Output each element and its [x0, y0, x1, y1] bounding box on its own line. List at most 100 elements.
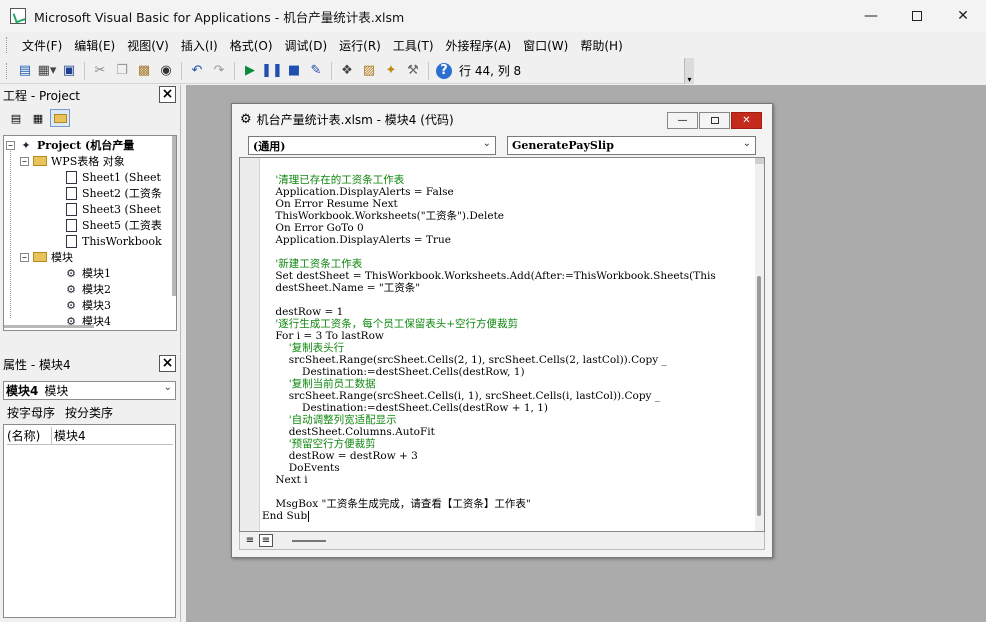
code-margin[interactable] — [240, 158, 260, 531]
tree-item-module2[interactable]: ⚙ 模块2 — [64, 281, 111, 297]
collapse-icon[interactable]: − — [20, 156, 29, 166]
code-line[interactable]: srcSheet.Range(srcSheet.Cells(2, 1), src… — [262, 354, 667, 366]
menu-run[interactable]: 运行(R) — [333, 37, 387, 54]
paste-button[interactable]: ▩ — [134, 61, 154, 81]
full-module-view-button[interactable]: ≡ — [259, 534, 273, 547]
code-comment-line[interactable]: '复制表头行 — [262, 342, 344, 354]
tree-vertical-scrollbar[interactable] — [172, 136, 176, 296]
property-value[interactable]: 模块4 — [51, 427, 86, 444]
code-window-restore-button[interactable] — [699, 112, 730, 129]
find-button[interactable]: ◉ — [156, 61, 176, 81]
view-code-button[interactable]: ▤ — [6, 109, 26, 127]
tree-item-thisworkbook[interactable]: ThisWorkbook — [64, 233, 162, 249]
property-row[interactable]: (名称) 模块4 — [7, 427, 173, 445]
code-line[interactable]: Application.DisplayAlerts = False — [262, 186, 453, 198]
tree-item-module3[interactable]: ⚙ 模块3 — [64, 297, 111, 313]
menu-debug[interactable]: 调试(D) — [279, 37, 334, 54]
tree-item-sheet5[interactable]: Sheet5 (工资表 — [64, 217, 162, 233]
design-mode-button[interactable]: ✎ — [306, 61, 326, 81]
cut-button[interactable]: ✂ — [90, 61, 110, 81]
toolbar-overflow[interactable]: ▾ — [684, 58, 694, 84]
properties-button[interactable]: ▨ — [359, 61, 379, 81]
menu-format[interactable]: 格式(O) — [224, 37, 279, 54]
tree-horizontal-scrollbar[interactable] — [4, 325, 94, 328]
code-window-close-button[interactable]: ✕ — [731, 112, 762, 129]
code-vertical-scrollbar[interactable] — [755, 158, 764, 531]
code-line[interactable]: ThisWorkbook.Worksheets("工资条").Delete — [262, 210, 504, 222]
procedure-view-button[interactable]: ≡ — [243, 534, 257, 547]
code-line[interactable]: destSheet.Columns.AutoFit — [262, 426, 435, 438]
code-line[interactable]: On Error GoTo 0 — [262, 222, 363, 234]
code-comment-line[interactable]: '清理已存在的工资条工作表 — [262, 174, 404, 186]
menu-help[interactable]: 帮助(H) — [574, 37, 628, 54]
menu-insert[interactable]: 插入(I) — [175, 37, 224, 54]
code-line[interactable]: Destination:=destSheet.Cells(destRow, 1) — [262, 366, 525, 378]
tab-alphabetic[interactable]: 按字母序 — [7, 404, 55, 421]
menubar-grip[interactable] — [6, 37, 10, 53]
tree-modules-folder[interactable]: − 模块 — [20, 249, 73, 265]
code-line[interactable]: destRow = 1 — [262, 306, 343, 318]
project-explorer-button[interactable]: ❖ — [337, 61, 357, 81]
split-bar[interactable] — [755, 158, 764, 164]
code-line[interactable]: srcSheet.Range(srcSheet.Cells(i, 1), src… — [262, 390, 660, 402]
menu-file[interactable]: 文件(F) — [16, 37, 68, 54]
code-window-minimize-button[interactable]: — — [667, 112, 698, 129]
view-object-button[interactable]: ▦ — [28, 109, 48, 127]
code-comment-line[interactable]: '复制当前员工数据 — [262, 378, 376, 390]
menu-window[interactable]: 窗口(W) — [517, 37, 574, 54]
code-comment-line[interactable]: '自动调整列宽适配显示 — [262, 414, 397, 426]
tree-item-sheet1[interactable]: Sheet1 (Sheet — [64, 169, 161, 185]
horizontal-scroll-thumb[interactable] — [292, 540, 326, 542]
toolbox-button[interactable]: ⚒ — [403, 61, 423, 81]
object-browser-button[interactable]: ✦ — [381, 61, 401, 81]
tree-item-sheet2[interactable]: Sheet2 (工资条 — [64, 185, 162, 201]
code-text[interactable]: '清理已存在的工资条工作表 Application.DisplayAlerts … — [262, 158, 758, 531]
break-button[interactable]: ❚❚ — [261, 61, 283, 81]
code-line[interactable]: MsgBox "工资条生成完成，请查看【工资条】工作表" — [262, 498, 530, 510]
code-comment-line[interactable]: '新建工资条工作表 — [262, 258, 362, 270]
view-excel-button[interactable]: ▤ — [15, 61, 35, 81]
procedure-combo[interactable]: GeneratePaySlip ⌄ — [507, 136, 756, 155]
toolbar-grip[interactable] — [6, 62, 10, 79]
object-combo[interactable]: (通用) ⌄ — [248, 136, 496, 155]
tree-item-module1[interactable]: ⚙ 模块1 — [64, 265, 111, 281]
copy-button[interactable]: ❐ — [112, 61, 132, 81]
code-comment-line[interactable]: '预留空行方便裁剪 — [262, 438, 376, 450]
maximize-button[interactable] — [894, 0, 940, 32]
collapse-icon[interactable]: − — [6, 140, 15, 150]
code-comment-line[interactable]: '逐行生成工资条，每个员工保留表头+空行方便裁剪 — [262, 318, 518, 330]
close-button[interactable]: ✕ — [940, 0, 986, 32]
code-line[interactable]: Destination:=destSheet.Cells(destRow + 1… — [262, 402, 548, 414]
tab-categorized[interactable]: 按分类序 — [65, 404, 113, 421]
code-line[interactable]: For i = 3 To lastRow — [262, 330, 384, 342]
code-line[interactable]: Set destSheet = ThisWorkbook.Worksheets.… — [262, 270, 715, 282]
help-button[interactable]: ? — [434, 61, 454, 81]
tree-objects-folder[interactable]: − WPS表格 对象 — [20, 153, 125, 169]
tree-project-node[interactable]: − ✦ Project (机台产量 — [6, 137, 134, 153]
project-pane-close-button[interactable]: × — [159, 86, 176, 103]
code-editor[interactable]: '清理已存在的工资条工作表 Application.DisplayAlerts … — [239, 157, 765, 532]
object-select[interactable]: 模块4 模块 ⌄ — [3, 381, 176, 400]
code-line[interactable]: End Sub — [262, 510, 310, 522]
scrollbar-thumb[interactable] — [757, 276, 761, 516]
save-button[interactable]: ▣ — [59, 61, 79, 81]
menu-edit[interactable]: 编辑(E) — [68, 37, 121, 54]
minimize-button[interactable]: — — [848, 0, 894, 32]
code-line[interactable]: On Error Resume Next — [262, 198, 397, 210]
redo-button[interactable]: ↷ — [209, 61, 229, 81]
toggle-folders-button[interactable] — [50, 109, 70, 127]
menu-tools[interactable]: 工具(T) — [387, 37, 440, 54]
run-button[interactable]: ▶ — [240, 61, 260, 81]
insert-module-button[interactable]: ▦▾ — [37, 61, 57, 81]
collapse-icon[interactable]: − — [20, 252, 29, 262]
code-line[interactable]: Application.DisplayAlerts = True — [262, 234, 451, 246]
code-line[interactable]: destSheet.Name = "工资条" — [262, 282, 420, 294]
code-line[interactable]: Next i — [262, 474, 307, 486]
properties-pane-close-button[interactable]: × — [159, 355, 176, 372]
code-line[interactable]: DoEvents — [262, 462, 340, 474]
tree-item-sheet3[interactable]: Sheet3 (Sheet — [64, 201, 161, 217]
menu-addins[interactable]: 外接程序(A) — [440, 37, 518, 54]
menu-view[interactable]: 视图(V) — [121, 37, 175, 54]
undo-button[interactable]: ↶ — [187, 61, 207, 81]
reset-button[interactable]: ■ — [284, 61, 304, 81]
